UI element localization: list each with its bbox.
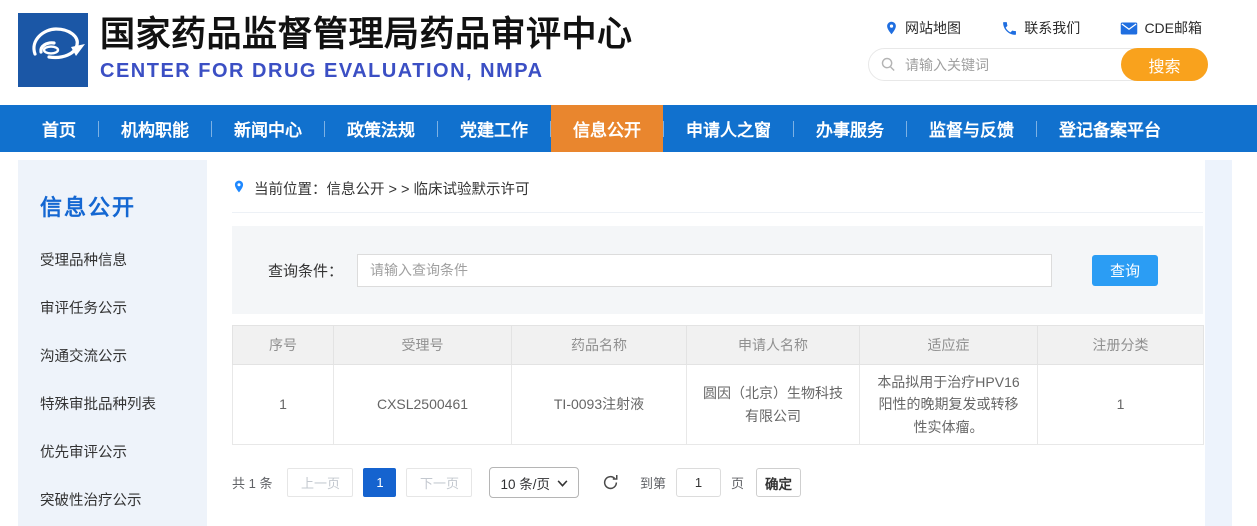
sidebar-item-special-approval[interactable]: 特殊审批品种列表 [40,379,207,427]
envelope-icon [1120,21,1138,36]
cell-indication: 本品拟用于治疗HPV16阳性的晚期复发或转移性实体瘤。 [859,363,1038,446]
sidebar-item-accepted-varieties[interactable]: 受理品种信息 [40,235,207,283]
site-search: 搜索 [868,48,1208,81]
nav-item-functions[interactable]: 机构职能 [99,105,211,152]
cell-drug-name: TI-0093注射液 [511,363,687,446]
page-unit-label: 页 [731,476,745,492]
query-panel: 查询条件： 查询 [232,226,1203,314]
site-title: 国家药品监督管理局药品审评中心 [100,15,633,54]
main-nav: 首页 机构职能 新闻中心 政策法规 党建工作 信息公开 申请人之窗 办事服务 监… [0,105,1257,152]
col-header-seq: 序号 [232,325,334,365]
sidebar-item-priority-review[interactable]: 优先审评公示 [40,427,207,475]
confirm-button[interactable]: 确定 [756,468,802,498]
cell-applicant: 圆因（北京）生物科技有限公司 [686,363,860,446]
site-header: 国家药品监督管理局药品审评中心 CENTER FOR DRUG EVALUATI… [0,0,1257,105]
query-condition-input[interactable] [357,253,1053,287]
cell-acceptance-no: CXSL2500461 [333,363,512,446]
goto-page-label: 到第 [640,476,667,492]
sidebar-item-communication[interactable]: 沟通交流公示 [40,331,207,379]
nav-item-applicant-window[interactable]: 申请人之窗 [664,105,793,152]
goto-page-input[interactable] [676,468,722,498]
nav-item-services[interactable]: 办事服务 [794,105,906,152]
sidebar-item-breakthrough-therapy[interactable]: 突破性治疗公示 [40,475,207,523]
query-label: 查询条件： [268,262,344,280]
sidebar-item-review-tasks[interactable]: 审评任务公示 [40,283,207,331]
site-subtitle: CENTER FOR DRUG EVALUATION, NMPA [100,60,544,82]
contact-link[interactable]: 联系我们 [1001,18,1080,38]
contact-label: 联系我们 [1024,20,1081,36]
page-size-value: 10 条/页 [500,476,550,492]
sidebar: 信息公开 受理品种信息 审评任务公示 沟通交流公示 特殊审批品种列表 优先审评公… [18,160,207,526]
site-titles: 国家药品监督管理局药品审评中心 CENTER FOR DRUG EVALUATI… [100,14,633,83]
breadcrumb: 当前位置：信息公开 > > 临床试验默示许可 [232,160,1203,213]
header-right: 网站地图 联系我们 CDE邮箱 请输入关键词 搜索 [868,18,1208,81]
mailbox-label: CDE邮箱 [1144,20,1202,36]
right-background-strip [1205,160,1232,526]
page-body: 信息公开 受理品种信息 审评任务公示 沟通交流公示 特殊审批品种列表 优先审评公… [0,152,1257,526]
nav-item-registration-platform[interactable]: 登记备案平台 [1037,105,1183,152]
col-header-drug-name: 药品名称 [511,325,687,365]
main-content: 当前位置：信息公开 > > 临床试验默示许可 查询条件： 查询 序号 受理号 药… [207,160,1204,526]
search-button[interactable]: 搜索 [1121,48,1208,81]
quick-links: 网站地图 联系我们 CDE邮箱 [868,18,1208,38]
nav-item-supervision-feedback[interactable]: 监督与反馈 [907,105,1036,152]
prev-page-button[interactable]: 上一页 [287,468,354,498]
cell-registration-class: 1 [1037,363,1204,446]
location-pin-icon [884,19,899,37]
cell-seq: 1 [232,363,334,446]
sidebar-title: 信息公开 [40,195,137,220]
sidebar-list: 受理品种信息 审评任务公示 沟通交流公示 特殊审批品种列表 优先审评公示 突破性… [40,235,207,523]
next-page-button[interactable]: 下一页 [406,468,473,498]
sitemap-label: 网站地图 [905,20,961,36]
page-size-select[interactable]: 10 条/页 [489,467,579,499]
col-header-applicant: 申请人名称 [686,325,860,365]
table-header-row: 序号 受理号 药品名称 申请人名称 适应症 注册分类 [232,325,1204,365]
nav-item-info-disclosure[interactable]: 信息公开 [551,105,663,152]
pagination-total: 共 1 条 [232,476,273,492]
col-header-indication: 适应症 [859,325,1038,365]
phone-icon [1001,20,1018,37]
mailbox-link[interactable]: CDE邮箱 [1120,18,1202,38]
refresh-icon[interactable] [601,473,620,492]
nav-item-party-building[interactable]: 党建工作 [438,105,550,152]
col-header-acceptance-no: 受理号 [333,325,512,365]
query-button[interactable]: 查询 [1092,254,1159,286]
col-header-registration-class: 注册分类 [1037,325,1204,365]
fish-logo-icon [18,13,88,87]
chevron-down-icon [557,475,568,490]
cde-logo[interactable] [18,13,88,87]
results-table: 序号 受理号 药品名称 申请人名称 适应症 注册分类 1 CXSL2500461… [232,325,1204,446]
pagination: 共 1 条 上一页 1 下一页 10 条/页 到第 页 确定 [232,467,1203,499]
table-row: 1 CXSL2500461 TI-0093注射液 圆因（北京）生物科技有限公司 … [232,363,1204,446]
page: 国家药品监督管理局药品审评中心 CENTER FOR DRUG EVALUATI… [0,0,1257,526]
sitemap-link[interactable]: 网站地图 [884,18,961,38]
nav-item-news[interactable]: 新闻中心 [212,105,324,152]
nav-item-policy[interactable]: 政策法规 [325,105,437,152]
current-page-button[interactable]: 1 [363,468,397,498]
nav-item-home[interactable]: 首页 [20,105,98,152]
breadcrumb-pin-icon [232,178,246,199]
breadcrumb-text: 当前位置：信息公开 > > 临床试验默示许可 [254,182,530,198]
search-icon [880,56,897,78]
